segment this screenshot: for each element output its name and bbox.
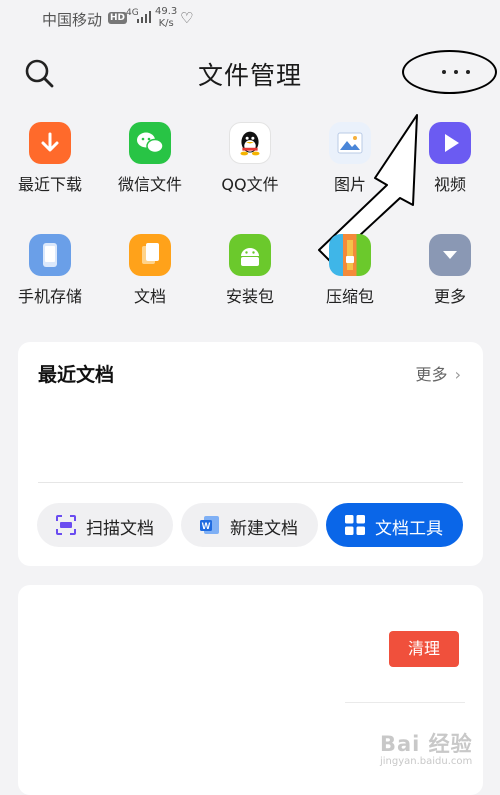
category-pictures[interactable]: 图片 [300, 118, 400, 208]
category-qq-files[interactable]: QQ文件 [200, 118, 300, 208]
document-icon [129, 234, 171, 276]
category-label: 文档 [133, 287, 166, 306]
network-speed-unit: K/s [158, 18, 174, 29]
document-tools-label: 文档工具 [375, 519, 443, 539]
phone-storage-icon [29, 234, 71, 276]
category-label: 更多 [433, 287, 466, 306]
more-link-label: 更多 [415, 365, 448, 384]
category-wechat-files[interactable]: 微信文件 [100, 118, 200, 208]
wechat-icon [129, 122, 171, 164]
watermark-sub: jingyan.baidu.com [380, 756, 473, 767]
category-label: 安装包 [225, 287, 274, 306]
network-speed: 49.3 K/s [155, 6, 177, 30]
category-more[interactable]: 更多 [400, 230, 500, 320]
new-document-button[interactable]: W 新建文档 [181, 503, 318, 547]
category-label: 最近下载 [17, 175, 82, 194]
video-icon [429, 122, 471, 164]
scan-icon [56, 515, 76, 535]
more-categories-icon [429, 234, 471, 276]
category-documents[interactable]: 文档 [100, 230, 200, 320]
top-bar: 文件管理 [0, 42, 500, 102]
health-icon: ♡ [180, 9, 194, 27]
carrier-label: 中国移动 [42, 11, 103, 29]
category-label: 微信文件 [117, 175, 182, 194]
grid-tools-icon [345, 515, 365, 535]
category-label: 图片 [333, 175, 366, 194]
category-recent-downloads[interactable]: 最近下载 [0, 118, 100, 208]
new-document-label: 新建文档 [230, 519, 298, 539]
hd-badge: HD [108, 12, 128, 24]
watermark-main: Bai 经验 [380, 732, 473, 756]
page-title: 文件管理 [197, 61, 302, 90]
recent-documents-more-link[interactable]: 更多 › [415, 361, 461, 385]
category-label: 压缩包 [325, 287, 374, 306]
zip-icon [329, 234, 371, 276]
category-label: QQ文件 [221, 175, 279, 194]
signal-icon [137, 11, 151, 23]
svg-text:W: W [202, 521, 211, 531]
qq-icon [229, 122, 271, 164]
android-package-icon [229, 234, 271, 276]
category-archives[interactable]: 压缩包 [300, 230, 400, 320]
scan-document-button[interactable]: 扫描文档 [37, 503, 173, 547]
chevron-right-icon: › [454, 365, 461, 384]
baidu-jingyan-watermark: Bai 经验 jingyan.baidu.com [380, 728, 473, 767]
recent-documents-title: 最近文档 [38, 364, 115, 386]
category-phone-storage[interactable]: 手机存储 [0, 230, 100, 320]
download-icon [29, 122, 71, 164]
scan-document-label: 扫描文档 [86, 519, 154, 539]
status-bar: 中国移动 HD 4G 49.3 K/s ♡ [0, 0, 500, 38]
recent-documents-card: 最近文档 更多 › 扫描文档 W 新建文档 文档工具 [18, 342, 483, 566]
category-label: 手机存储 [17, 287, 82, 306]
network-speed-value: 49.3 [155, 6, 178, 17]
category-label: 视频 [433, 175, 466, 194]
more-options-button[interactable] [432, 58, 480, 88]
word-doc-icon: W [200, 516, 219, 534]
divider [38, 482, 463, 483]
category-videos[interactable]: 视频 [400, 118, 500, 208]
clean-button[interactable]: 清理 [389, 631, 459, 667]
divider [345, 702, 465, 703]
picture-icon [329, 122, 371, 164]
category-install-packages[interactable]: 安装包 [200, 230, 300, 320]
document-tools-button[interactable]: 文档工具 [326, 503, 463, 547]
